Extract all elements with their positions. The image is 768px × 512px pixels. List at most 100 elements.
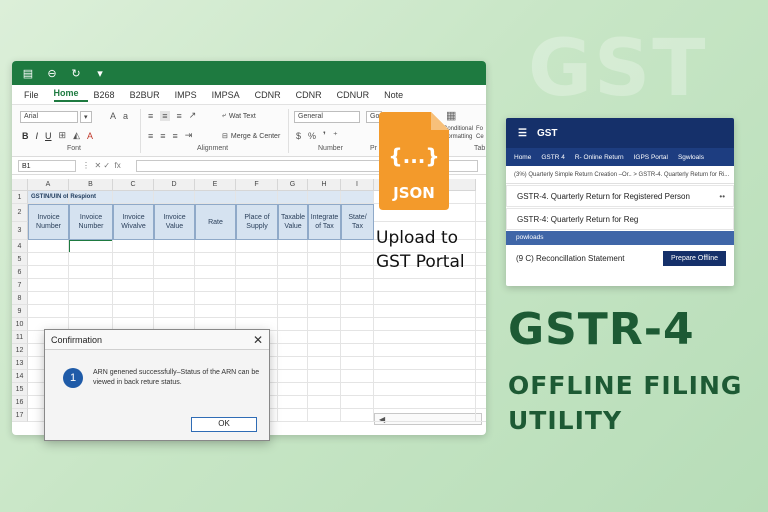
table-header-cell[interactable]: Invoice Number	[28, 204, 69, 240]
shrink-font-icon[interactable]: a	[123, 111, 128, 121]
portal-nav-item-3[interactable]: IGPS Portal	[634, 154, 668, 161]
ok-button[interactable]: OK	[191, 417, 257, 432]
portal-nav-item-0[interactable]: Home	[514, 154, 531, 161]
table-header-cell[interactable]: Integrate of Tax	[308, 204, 341, 240]
grow-font-icon[interactable]: A	[110, 111, 116, 121]
portal-nav-item-4[interactable]: Sgwloals	[678, 154, 704, 161]
align-left-icon[interactable]: ≡	[148, 131, 153, 141]
ribbon-tab-6[interactable]: CDNR	[255, 90, 290, 100]
font-color-icon[interactable]: A	[87, 131, 93, 141]
row-header[interactable]: 1	[12, 191, 28, 204]
align-right-icon[interactable]: ≡	[173, 131, 178, 141]
row-header[interactable]: 3	[12, 222, 28, 240]
comma-icon[interactable]: ❜	[323, 130, 326, 141]
indent-icon[interactable]: ⇥	[185, 130, 193, 141]
font-dropdown-icon[interactable]: ▾	[80, 111, 92, 123]
table-header-cell[interactable]: Rate	[195, 204, 236, 240]
dialog-title: Confirmation	[51, 334, 103, 345]
save-icon[interactable]: ⊖	[46, 67, 58, 80]
orientation-icon[interactable]: ↗	[189, 110, 197, 121]
select-all-corner[interactable]	[12, 179, 28, 191]
row-header[interactable]: 12	[12, 344, 28, 357]
number-format-box[interactable]: General	[294, 111, 360, 123]
return-row-registered[interactable]: GSTR-4. Quarterly Return for Registered …	[506, 185, 734, 207]
column-header[interactable]: I	[341, 179, 374, 191]
table-header-cell[interactable]: Taxable Value	[278, 204, 308, 240]
ribbon-tab-2[interactable]: B268	[94, 90, 124, 100]
row-header[interactable]: 11	[12, 331, 28, 344]
headline-line-2: UTILITY	[508, 406, 623, 435]
table-header-cell[interactable]: State/ Tax	[341, 204, 374, 240]
column-header[interactable]: B	[69, 179, 113, 191]
alignment-group-label: Alignment	[197, 145, 229, 152]
ribbon-tab-1[interactable]: Home	[53, 88, 88, 102]
ribbon-tab-7[interactable]: CDNR	[296, 90, 331, 100]
column-header[interactable]: H	[308, 179, 341, 191]
italic-icon[interactable]: I	[36, 131, 39, 141]
folder-icon[interactable]: ▤	[22, 67, 34, 80]
row-header[interactable]: 4	[12, 240, 28, 253]
row-header[interactable]: 7	[12, 279, 28, 292]
align-center-icon[interactable]: ≡	[160, 131, 165, 141]
ribbon-tab-3[interactable]: B2BUR	[130, 90, 169, 100]
column-header[interactable]: C	[113, 179, 154, 191]
percent-icon[interactable]: %	[308, 131, 316, 141]
redo-icon[interactable]: ↻	[70, 67, 82, 80]
ribbon-tab-9[interactable]: Note	[384, 90, 412, 100]
format-cells-button[interactable]: Fo Ce	[476, 125, 484, 141]
column-header[interactable]: G	[278, 179, 308, 191]
portal-nav-item-2[interactable]: R- Online Return	[575, 154, 624, 161]
column-header[interactable]: F	[236, 179, 278, 191]
hamburger-menu-icon[interactable]: ☰	[518, 128, 527, 139]
more-options-icon[interactable]: ••	[719, 192, 725, 201]
breadcrumb: (3%) Quarterly Simple Return Creation –O…	[506, 166, 734, 184]
table-header-cell[interactable]: Invoice Wivalve	[113, 204, 154, 240]
column-header[interactable]: D	[154, 179, 195, 191]
row-header[interactable]: 8	[12, 292, 28, 305]
name-box[interactable]: B1	[18, 159, 76, 172]
wrap-text-button[interactable]: ⤶ Wat Text	[222, 112, 256, 120]
align-middle-icon[interactable]: ≡	[160, 110, 170, 121]
align-top-icon[interactable]: ≡	[148, 111, 153, 121]
scroll-left-icon[interactable]: ◀	[379, 415, 385, 424]
fill-color-icon[interactable]: ◭	[73, 130, 80, 141]
ribbon-tab-5[interactable]: IMPSA	[212, 90, 249, 100]
row-header[interactable]: 2	[12, 204, 28, 222]
close-icon[interactable]: ✕	[253, 333, 263, 347]
watermark-gst: GST	[528, 24, 708, 114]
portal-nav-item-1[interactable]: GSTR 4	[541, 154, 564, 161]
row-header[interactable]: 9	[12, 305, 28, 318]
downloads-band: powloads	[506, 231, 734, 245]
ribbon-tab-0[interactable]: File	[24, 90, 48, 100]
gridline	[28, 278, 486, 279]
ribbon-tab-8[interactable]: CDNUR	[337, 90, 379, 100]
row-header[interactable]: 13	[12, 357, 28, 370]
increase-decimal-icon[interactable]: ⁺	[333, 130, 338, 141]
row-header[interactable]: 14	[12, 370, 28, 383]
font-name-box[interactable]: Arial	[20, 111, 78, 123]
return-row-reg[interactable]: GSTR-4: Quarterly Return for Reg	[506, 208, 734, 230]
row-header[interactable]: 10	[12, 318, 28, 331]
bold-icon[interactable]: B	[22, 131, 29, 141]
horizontal-scrollbar[interactable]: ◀	[374, 413, 482, 425]
column-header[interactable]: A	[28, 179, 69, 191]
row-header[interactable]: 16	[12, 396, 28, 409]
table-header-cell[interactable]: Invoice Number	[69, 204, 113, 240]
table-header-cell[interactable]: Invoice Value	[154, 204, 195, 240]
table-header-cell[interactable]: Place of Supply	[236, 204, 278, 240]
align-bottom-icon[interactable]: ≡	[177, 111, 182, 121]
gridline	[28, 317, 486, 318]
row-header[interactable]: 17	[12, 409, 28, 422]
row-header[interactable]: 6	[12, 266, 28, 279]
currency-icon[interactable]: $	[296, 131, 301, 141]
dropdown-icon[interactable]: ▾	[94, 67, 106, 80]
row-header[interactable]: 15	[12, 383, 28, 396]
portal-title: GST	[536, 127, 558, 139]
border-icon[interactable]: ⊞	[59, 130, 67, 141]
column-header[interactable]: E	[195, 179, 236, 191]
ribbon-tab-4[interactable]: IMPS	[175, 90, 206, 100]
underline-icon[interactable]: U	[45, 131, 52, 141]
row-header[interactable]: 5	[12, 253, 28, 266]
prepare-offline-button[interactable]: Prepare Offline	[663, 250, 726, 266]
merge-center-button[interactable]: ⊟ Merge & Center	[222, 132, 280, 141]
